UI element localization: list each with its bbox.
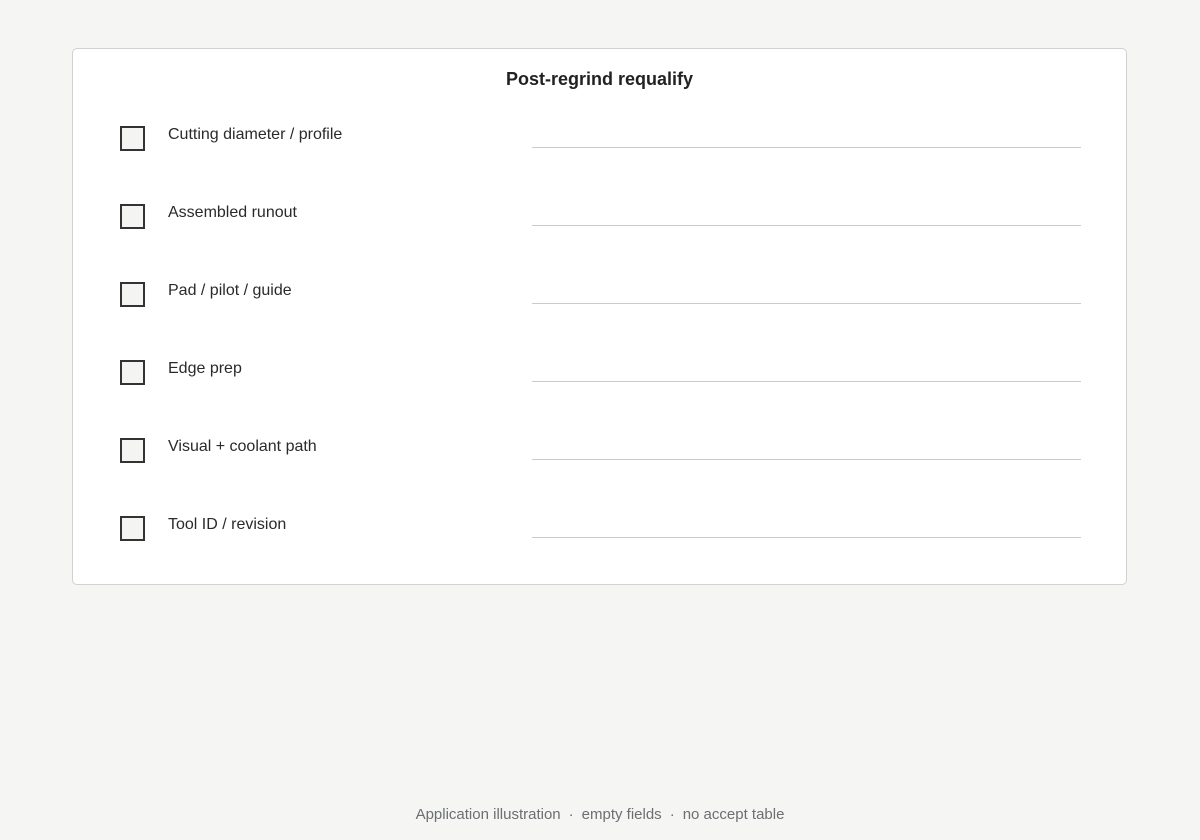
value-field-cutting-diameter[interactable] (532, 126, 1081, 148)
checkbox-pad-pilot-guide[interactable] (120, 282, 145, 307)
value-field-pad-pilot-guide[interactable] (532, 282, 1081, 304)
row-label: Tool ID / revision (168, 516, 287, 533)
row-label: Visual + coolant path (168, 438, 317, 455)
row-label: Edge prep (168, 360, 242, 377)
checklist-row-edge-prep: Edge prep (73, 360, 1126, 400)
checklist-row-visual-coolant: Visual + coolant path (73, 438, 1126, 478)
checkbox-assembled-runout[interactable] (120, 204, 145, 229)
checkbox-edge-prep[interactable] (120, 360, 145, 385)
footer-item: empty fields (581, 806, 662, 823)
footer-item: Application illustration (415, 806, 561, 823)
checklist-row-pad-pilot-guide: Pad / pilot / guide (73, 282, 1126, 322)
checkbox-cutting-diameter[interactable] (120, 126, 145, 151)
row-label: Cutting diameter / profile (168, 126, 343, 143)
footer-separator: · (669, 806, 675, 823)
value-field-edge-prep[interactable] (532, 360, 1081, 382)
footer-caption: Application illustration · empty fields · no… (0, 805, 1200, 825)
checkbox-visual-coolant[interactable] (120, 438, 145, 463)
footer-separator: · (568, 806, 574, 823)
value-field-tool-id[interactable] (532, 516, 1081, 538)
requalify-card: Post-regrind requalify Cutting diameter … (72, 48, 1127, 585)
checklist-row-tool-id: Tool ID / revision (73, 516, 1126, 556)
row-label: Pad / pilot / guide (168, 282, 292, 299)
checkbox-tool-id[interactable] (120, 516, 145, 541)
card-title: Post-regrind requalify (505, 69, 694, 89)
value-field-visual-coolant[interactable] (532, 438, 1081, 460)
row-label: Assembled runout (168, 204, 297, 221)
footer-item: no accept table (682, 806, 785, 823)
value-field-assembled-runout[interactable] (532, 204, 1081, 226)
checklist-row-assembled-runout: Assembled runout (73, 204, 1126, 244)
checklist-row-cutting-diameter: Cutting diameter / profile (73, 126, 1126, 166)
